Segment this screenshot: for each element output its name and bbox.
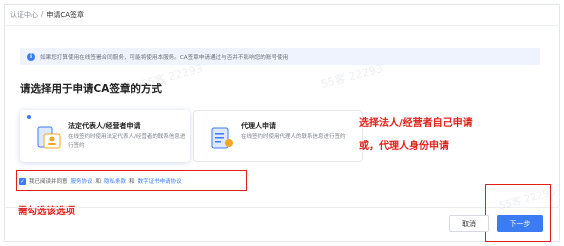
annotation-method-hint-line2: 或，代理人身份申请 bbox=[359, 141, 449, 152]
section-title: 请选择用于申请CA签章的方式 bbox=[20, 83, 162, 95]
next-step-button[interactable]: 下一步 bbox=[497, 215, 543, 232]
agent-document-icon bbox=[211, 127, 233, 149]
agreement-and: 和 bbox=[129, 179, 135, 185]
cancel-button[interactable]: 取消 bbox=[449, 215, 489, 232]
annotation-method-hint-line1: 选择法人/经营者自己申请 bbox=[359, 118, 473, 129]
agreement-prefix: 我已阅读并同意 bbox=[29, 179, 68, 185]
legal-person-card-icon bbox=[37, 126, 61, 149]
option-description: 在线签约时使用代理人的联系信息进行签约 bbox=[241, 134, 346, 140]
agreement-checkbox[interactable]: ✓ bbox=[19, 177, 26, 185]
option-title: 法定代表人/经营者申请 bbox=[68, 122, 141, 130]
agreement-and: 和 bbox=[95, 179, 102, 185]
header-divider bbox=[4, 25, 560, 26]
option-card-agent[interactable]: 代理人申请 在线签约时使用代理人的联系信息进行签约 bbox=[193, 110, 363, 162]
service-agreement-link[interactable]: 服务协议 bbox=[71, 177, 93, 185]
breadcrumb: 认证中心 / 申请CA签章 bbox=[10, 10, 84, 20]
option-title: 代理人申请 bbox=[241, 122, 276, 130]
footer-divider bbox=[4, 207, 560, 208]
annotation-check-hint: 需勾选该选项 bbox=[18, 206, 76, 217]
info-notice: i 如果您打算使用在线签署合同服务，可能将使用本服务。CA签章申请通过与否并不影… bbox=[20, 48, 540, 65]
breadcrumb-parent[interactable]: 认证中心 bbox=[10, 10, 38, 20]
info-icon: i bbox=[27, 52, 35, 61]
agreement-row: ✓ 我已阅读并同意 服务协议 和 隐私条款 和 数字证书申请协议 bbox=[19, 177, 182, 185]
option-card-legal-representative[interactable]: 法定代表人/经营者申请 在线签约时使用法定代表人/经营者的联系信息进行签约 bbox=[20, 110, 190, 162]
breadcrumb-current: 申请CA签章 bbox=[46, 11, 85, 19]
annotation-highlight-box-next bbox=[485, 184, 551, 242]
certificate-agreement-link[interactable]: 数字证书申请协议 bbox=[138, 177, 182, 185]
selected-indicator bbox=[27, 115, 31, 119]
privacy-terms-link[interactable]: 隐私条款 bbox=[104, 177, 126, 185]
breadcrumb-separator: / bbox=[41, 10, 44, 18]
option-description: 在线签约时使用法定代表人/经营者的联系信息进行签约 bbox=[68, 134, 186, 149]
notice-text: 如果您打算使用在线签署合同服务，可能将使用本服务。CA签章申请通过与否并不影响您… bbox=[40, 54, 289, 61]
